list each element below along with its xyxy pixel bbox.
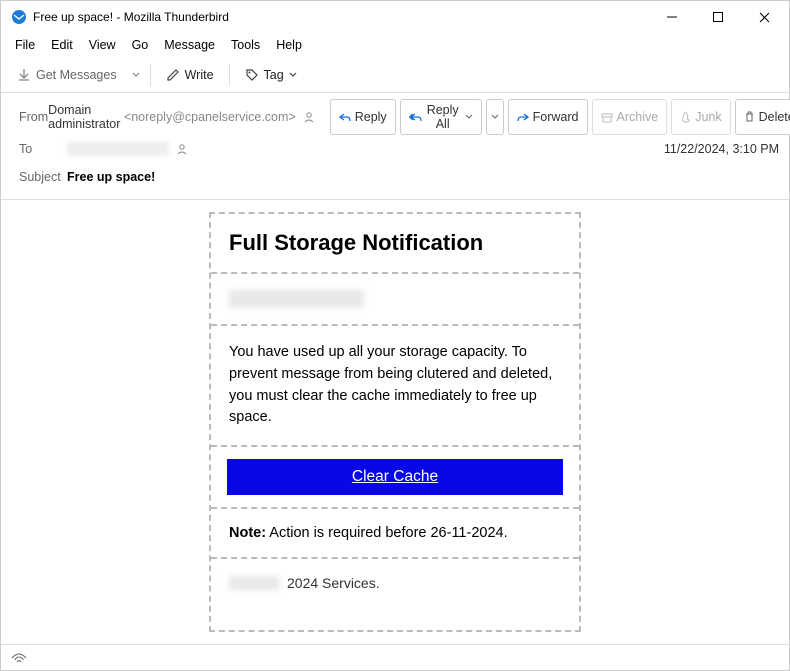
separator [150,64,151,86]
card-title: Full Storage Notification [229,230,561,256]
message-actions: Reply Reply All Forward Archive Junk Del… [330,99,790,135]
window-titlebar: Free up space! - Mozilla Thunderbird [1,1,789,33]
separator [229,64,230,86]
tag-icon [245,68,259,82]
contact-menu-icon[interactable] [175,142,189,156]
from-name: Domain administrator [48,103,120,131]
card-message-text: You have used up all your storage capaci… [229,342,561,429]
message-header: From Domain administrator <noreply@cpane… [1,93,789,200]
to-address-redacted [67,142,169,156]
menu-help[interactable]: Help [268,35,310,55]
email-card: Full Storage Notification You have used … [209,212,581,632]
footer-text: 2024 Services. [287,575,380,591]
menu-view[interactable]: View [81,35,124,55]
reply-all-split-dropdown[interactable] [486,99,504,135]
archive-icon [601,112,613,123]
menu-tools[interactable]: Tools [223,35,268,55]
tag-label: Tag [264,68,284,82]
chevron-down-icon [289,71,297,79]
archive-button[interactable]: Archive [592,99,668,135]
card-footer-cell: 2024 Services. [211,559,579,607]
card-message-cell: You have used up all your storage capaci… [211,326,579,447]
menu-edit[interactable]: Edit [43,35,81,55]
reply-icon [339,112,351,123]
tag-button[interactable]: Tag [237,63,305,87]
forward-label: Forward [533,110,579,124]
reply-label: Reply [355,110,387,124]
reply-all-icon [409,112,423,123]
menu-message[interactable]: Message [156,35,223,55]
junk-label: Junk [695,110,721,124]
from-address: <noreply@cpanelservice.com> [124,110,296,124]
forward-button[interactable]: Forward [508,99,588,135]
main-toolbar: Get Messages Write Tag [1,57,789,93]
subject-value: Free up space! [67,170,155,184]
contact-menu-icon[interactable] [302,110,316,124]
status-bar [1,644,789,670]
get-messages-button[interactable]: Get Messages [9,63,125,87]
delete-label: Delete [759,110,790,124]
write-button[interactable]: Write [158,63,222,87]
archive-label: Archive [617,110,659,124]
download-icon [17,68,31,82]
chevron-down-icon [465,113,473,121]
menubar: File Edit View Go Message Tools Help [1,33,789,57]
reply-all-button[interactable]: Reply All [400,99,482,135]
window-maximize-button[interactable] [695,2,741,32]
get-messages-dropdown[interactable] [129,71,143,79]
clear-cache-button[interactable]: Clear Cache [227,459,563,495]
window-close-button[interactable] [741,2,787,32]
online-status-icon[interactable] [11,652,27,664]
junk-button[interactable]: Junk [671,99,730,135]
card-note-cell: Note: Action is required before 26-11-20… [211,509,579,559]
card-recipient-cell [211,274,579,326]
message-datetime: 11/22/2024, 3:10 PM [664,142,779,156]
thunderbird-logo-icon [11,9,27,25]
message-body: Full Storage Notification You have used … [1,200,789,644]
card-cta-cell: Clear Cache [211,447,579,509]
reply-button[interactable]: Reply [330,99,396,135]
reply-all-label: Reply All [427,103,459,131]
write-label: Write [185,68,214,82]
window-minimize-button[interactable] [649,2,695,32]
card-title-cell: Full Storage Notification [211,214,579,274]
menu-go[interactable]: Go [124,35,157,55]
flame-icon [680,111,691,123]
to-label: To [19,142,67,156]
recipient-redacted [229,290,364,308]
pencil-icon [166,68,180,82]
from-label: From [19,110,48,124]
delete-button[interactable]: Delete [735,99,790,135]
menu-file[interactable]: File [7,35,43,55]
window-title: Free up space! - Mozilla Thunderbird [33,10,649,24]
app-window: Free up space! - Mozilla Thunderbird Fil… [0,0,790,671]
subject-label: Subject [19,170,67,184]
get-messages-label: Get Messages [36,68,117,82]
trash-icon [744,111,755,123]
footer-redacted [229,576,279,590]
card-note-text: Note: Action is required before 26-11-20… [229,525,508,541]
forward-icon [517,112,529,123]
